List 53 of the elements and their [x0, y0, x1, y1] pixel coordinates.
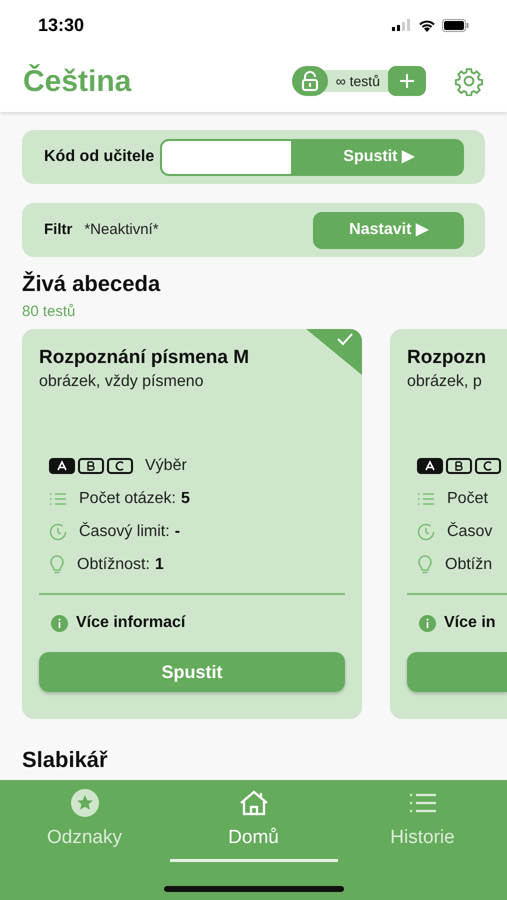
test-description: obrázek, vždy písmeno: [39, 372, 205, 392]
app-title: Čeština: [23, 63, 132, 100]
lightbulb-icon: [417, 555, 433, 575]
filter-status: *Neaktivní*: [84, 220, 159, 240]
nav-tab[interactable]: Odznaky: [0, 788, 169, 862]
question-count-label: Počet: [447, 489, 488, 509]
section-title: Slabikář: [21, 746, 109, 774]
battery-icon: [442, 18, 469, 32]
difficulty-value: 1: [154, 555, 164, 575]
nav-tab[interactable]: Historie: [338, 788, 507, 862]
padlock-icon: [300, 71, 319, 91]
filter-label: Filtr: [44, 220, 72, 240]
status-time: 13:30: [38, 14, 84, 36]
list-icon: [417, 492, 435, 506]
list-icon: [408, 793, 436, 813]
more-info-link[interactable]: Více informací: [76, 611, 186, 635]
lightbulb-icon: [49, 555, 65, 575]
answer-mode: Výběr: [145, 456, 187, 476]
test-count: 80 testů: [22, 302, 76, 322]
plus-icon: [399, 73, 415, 89]
test-title: Rozpoznání písmena M: [39, 346, 250, 370]
difficulty-label: Obtížnost:: [77, 555, 150, 575]
start-test-button[interactable]: Spustit: [39, 652, 345, 692]
list-icon: [49, 492, 67, 506]
teacher-code-label: Kód od učitele: [44, 147, 154, 167]
section-title: Živá abeceda: [22, 270, 162, 298]
abc-choice-icon: [417, 458, 501, 474]
start-button[interactable]: Spustit ▶: [293, 138, 464, 176]
info-icon: [51, 614, 68, 632]
settings-icon[interactable]: [454, 66, 484, 96]
wifi-icon: [418, 18, 436, 32]
home-icon: [238, 790, 270, 816]
code-input-field[interactable]: [160, 138, 294, 176]
set-filter-button[interactable]: Nastavit ▶: [313, 212, 464, 248]
nav-tab[interactable]: Domů: [169, 788, 338, 862]
test-description: obrázek, p: [407, 372, 483, 392]
test-title: Rozpozn: [407, 346, 488, 370]
timer-icon: [417, 523, 435, 541]
time-limit-label: Časov: [447, 521, 492, 542]
unlock-button[interactable]: [292, 66, 328, 96]
star-badge-icon: [70, 789, 98, 817]
difficulty-label: Obtížn: [445, 555, 492, 575]
question-count-value: 5: [180, 489, 190, 509]
add-button[interactable]: [388, 66, 426, 96]
more-info-link[interactable]: Více in: [444, 611, 496, 635]
abc-choice-icon: [49, 458, 133, 474]
question-count-label: Počet otázek:: [79, 489, 176, 509]
info-icon: [419, 614, 436, 632]
start-test-button[interactable]: [407, 652, 507, 692]
timer-icon: [49, 523, 67, 541]
time-limit-value: -: [174, 522, 180, 542]
signal-icon: [392, 19, 412, 31]
time-limit-label: Časový limit:: [79, 521, 170, 542]
